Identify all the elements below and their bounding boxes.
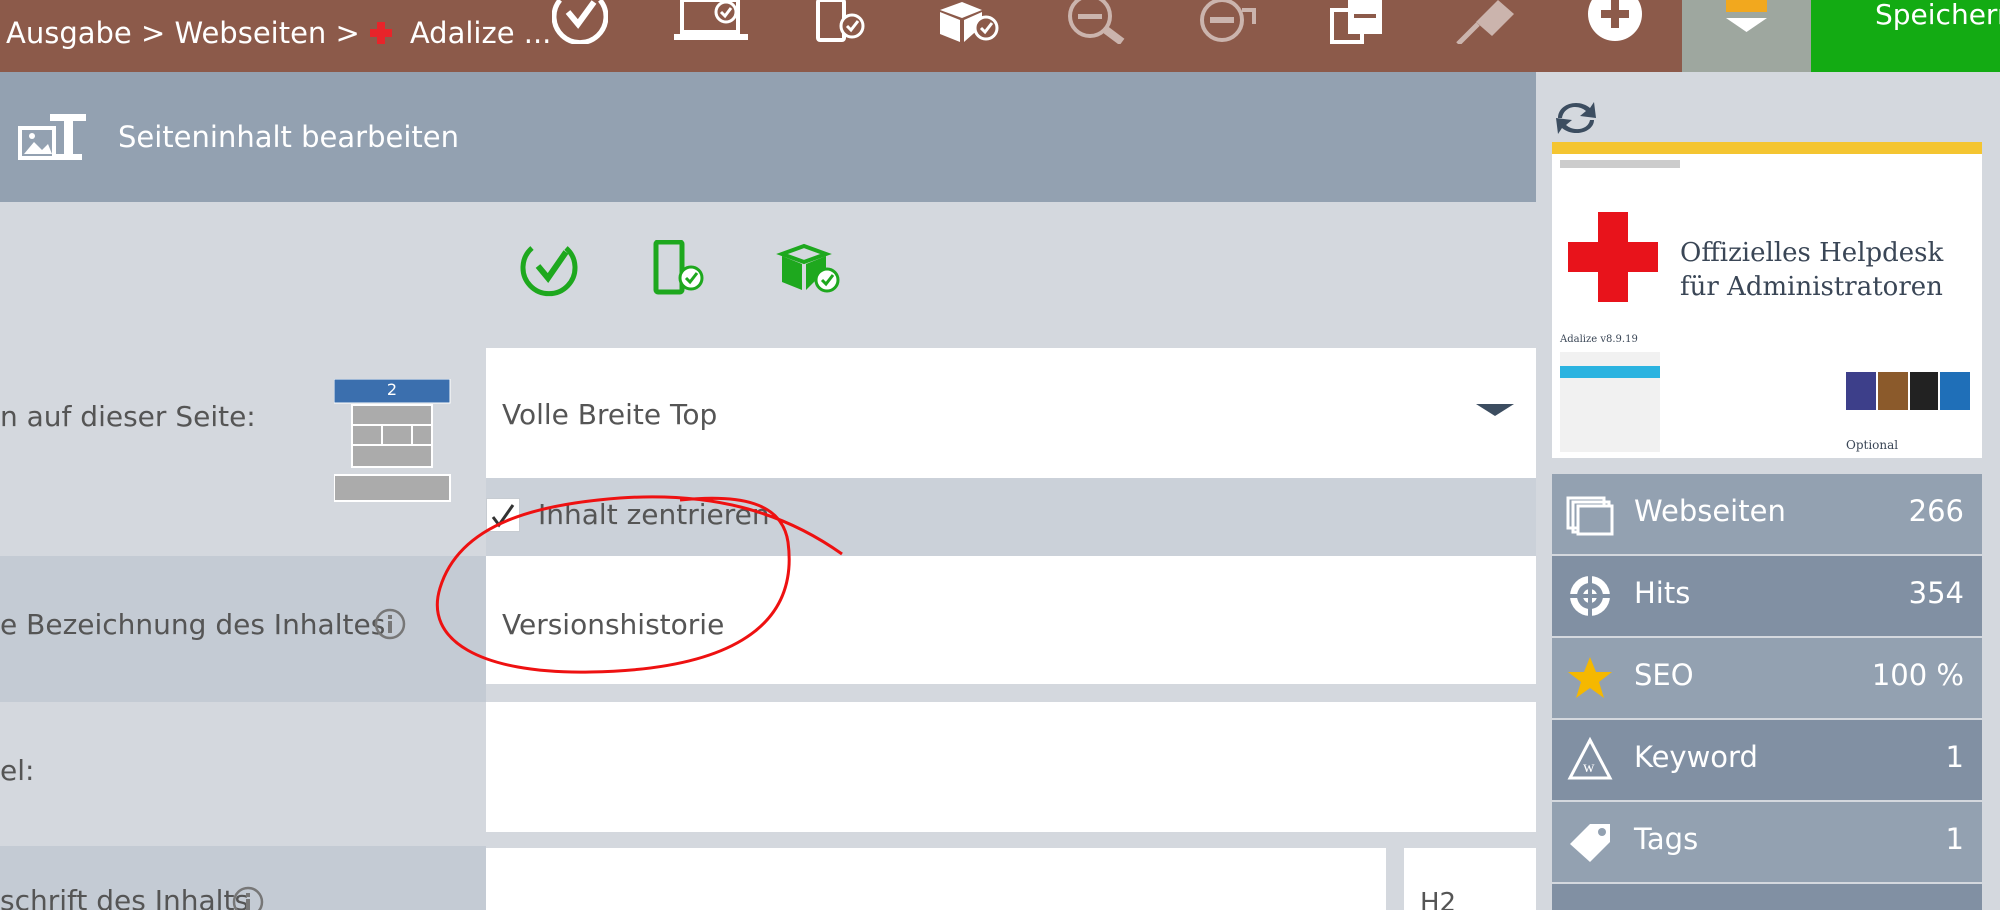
heading-label: schrift des Inhalts [0, 884, 250, 910]
heading-row-label-cell: schrift des Inhalts [0, 846, 486, 910]
breadcrumb-current[interactable]: Adalize ... [410, 16, 552, 50]
pin-icon[interactable] [1456, 0, 1514, 44]
stat-value: 266 [1908, 494, 1964, 528]
panel-title: Seiteninhalt bearbeiten [118, 120, 459, 154]
stat-more[interactable] [1552, 884, 1982, 910]
panel-header: Seiteninhalt bearbeiten [0, 72, 1536, 202]
layout-badge: 2 [386, 380, 398, 399]
preview-heading-line2: für Administratoren [1680, 272, 1943, 302]
stat-tags[interactable]: Tags 1 [1552, 802, 1982, 882]
stat-label: Tags [1634, 822, 1699, 856]
svg-text:w: w [1583, 759, 1595, 776]
stat-label: Keyword [1634, 740, 1758, 774]
heading-input[interactable] [486, 848, 1386, 910]
preview-red-cross-icon [1568, 212, 1658, 302]
star-icon [1568, 657, 1612, 698]
stat-value: 100 % [1871, 658, 1964, 692]
dropdown-arrow-icon [1476, 404, 1514, 416]
publish-check-icon[interactable] [552, 0, 608, 44]
title-row-label-cell: el: [0, 702, 486, 846]
mobile-preview-icon[interactable] [814, 0, 866, 44]
preview-tiles [1846, 372, 1970, 410]
website-preview[interactable]: Offizielles Helpdesk für Administratoren… [1552, 142, 1982, 458]
collapse-toolbar-button[interactable] [1682, 0, 1811, 72]
preview-optional: Optional [1846, 438, 1899, 452]
right-sidebar: Offizielles Helpdesk für Administratoren… [1536, 72, 2000, 910]
zoom-out-icon[interactable] [1066, 0, 1130, 44]
preview-cookie-bar [1552, 142, 1982, 154]
package-green-icon[interactable] [776, 240, 842, 302]
top-toolbar: Ausgabe > Webseiten > Adalize ... Speich… [0, 0, 2000, 72]
stat-label: SEO [1634, 658, 1694, 692]
name-row-label-cell: e Bezeichnung des Inhaltes [0, 556, 486, 702]
name-label: e Bezeichnung des Inhaltes [0, 608, 386, 641]
stat-value: 1 [1945, 822, 1964, 856]
collapse-arrow-icon [1726, 0, 1767, 32]
info-icon[interactable] [374, 608, 406, 640]
preview-heading: Offizielles Helpdesk für Administratoren [1680, 236, 1943, 304]
stat-keyword[interactable]: w Keyword 1 [1552, 720, 1982, 800]
image-text-icon [18, 110, 88, 170]
stat-label: Webseiten [1634, 494, 1786, 528]
preview-heading-line1: Offizielles Helpdesk [1680, 238, 1944, 268]
stat-label: Hits [1634, 576, 1691, 610]
heading-info-icon[interactable] [232, 886, 264, 910]
stat-value: 1 [1945, 740, 1964, 774]
pages-icon [1566, 496, 1614, 536]
copy-pages-icon[interactable] [1330, 0, 1388, 44]
breadcrumb-path[interactable]: Ausgabe > Webseiten > [6, 16, 360, 50]
heading-level-select[interactable]: H2 [1404, 848, 1536, 910]
save-button[interactable]: Speichern [1811, 0, 2000, 72]
stat-value: 354 [1908, 576, 1964, 610]
refresh-icon[interactable] [1554, 98, 1598, 138]
mobile-check-icon[interactable] [652, 239, 706, 302]
desktop-preview-icon[interactable] [674, 0, 748, 44]
target-icon [1566, 572, 1614, 620]
title-label: el: [0, 754, 35, 787]
stat-seo[interactable]: SEO 100 % [1552, 638, 1982, 718]
preview-menu [1560, 352, 1660, 452]
published-check-icon[interactable] [520, 240, 578, 302]
heading-level-value: H2 [1420, 888, 1457, 910]
breadcrumb: Ausgabe > Webseiten > Adalize ... [6, 16, 551, 50]
package-check-icon[interactable] [936, 0, 1002, 44]
keyword-icon: w [1567, 736, 1613, 780]
annotation-circle [435, 495, 843, 674]
add-circle-icon[interactable] [1586, 0, 1644, 44]
main-panel: Seiteninhalt bearbeiten n auf dieser Sei… [0, 72, 1536, 910]
preview-version: Adalize v8.9.19 [1560, 334, 1638, 345]
preview-nav [1560, 160, 1680, 168]
tag-icon [1570, 824, 1610, 862]
stat-hits[interactable]: Hits 354 [1552, 556, 1982, 636]
red-cross-icon [369, 22, 392, 44]
position-label: n auf dieser Seite: [0, 400, 256, 433]
remove-circle-icon[interactable] [1198, 0, 1256, 44]
stat-webseiten[interactable]: Webseiten 266 [1552, 474, 1982, 554]
title-input[interactable] [486, 702, 1536, 832]
